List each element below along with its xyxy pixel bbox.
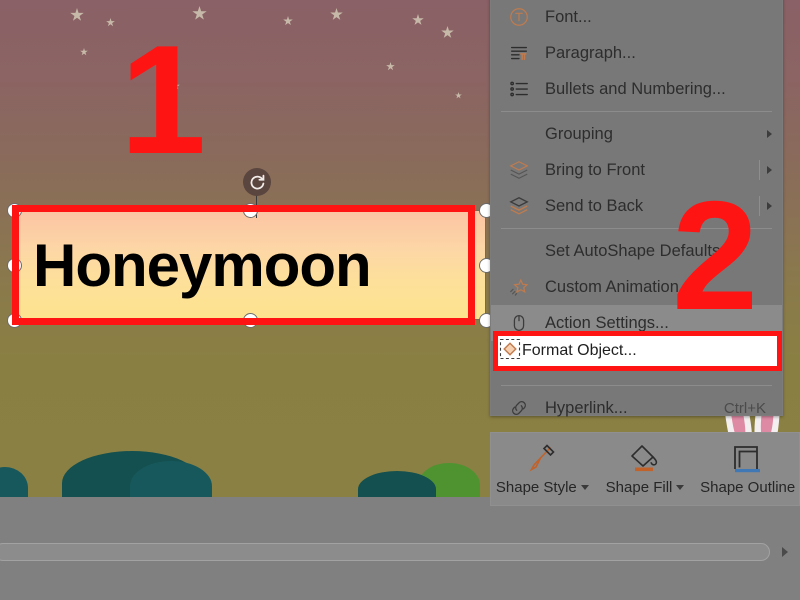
star-decoration — [441, 26, 454, 38]
scrollbar-thumb[interactable] — [0, 543, 770, 561]
shape-toolbar[interactable]: Shape Style Shape Fill Shape Outline — [490, 432, 800, 506]
menu-item-label: Bullets and Numbering... — [545, 79, 726, 98]
brush-icon — [526, 441, 558, 475]
bullets-icon — [503, 76, 535, 102]
menu-separator — [501, 385, 772, 386]
selected-textbox[interactable]: Honeymoon — [7, 203, 494, 328]
shape-fill-button[interactable]: Shape Fill — [594, 433, 697, 505]
menu-item-paragraph[interactable]: Paragraph... — [491, 35, 782, 71]
menu-item-hyperlink[interactable]: Hyperlink... Ctrl+K — [491, 390, 782, 426]
format-object-icon — [498, 337, 522, 366]
app-window: Honeymoon 1 2 Font... Paragraph... Bulle… — [0, 0, 800, 600]
resize-handle-bottom-center[interactable] — [243, 313, 258, 328]
textbox-text: Honeymoon — [33, 231, 372, 299]
resize-handle-top-center[interactable] — [243, 203, 258, 218]
bring-to-front-icon — [503, 157, 535, 183]
shape-style-button[interactable]: Shape Style — [491, 433, 594, 505]
star-decoration — [80, 48, 88, 56]
menu-item-shortcut: Ctrl+K — [723, 399, 766, 417]
rotate-icon[interactable] — [243, 168, 271, 196]
annotation-step-2: 2 — [672, 169, 759, 342]
bottom-chrome — [0, 497, 800, 600]
blank-icon — [503, 121, 535, 147]
menu-item-label: Font... — [545, 7, 592, 26]
textbox-body[interactable]: Honeymoon — [14, 210, 486, 320]
resize-handle-bottom-left[interactable] — [7, 313, 22, 328]
menu-separator — [501, 111, 772, 112]
resize-handle-middle-left[interactable] — [7, 258, 22, 273]
paragraph-icon — [503, 40, 535, 66]
font-icon — [503, 4, 535, 30]
blank-icon — [503, 238, 535, 264]
shape-outline-button[interactable]: Shape Outline — [696, 433, 799, 505]
chevron-down-icon[interactable] — [580, 485, 589, 490]
shape-outline-icon — [731, 441, 765, 475]
chevron-down-icon[interactable] — [676, 485, 685, 490]
chevron-right-icon — [767, 166, 772, 174]
paint-bucket-icon — [627, 441, 663, 475]
resize-handle-top-left[interactable] — [7, 203, 22, 218]
menu-item-bullets-and-numbering[interactable]: Bullets and Numbering... — [491, 71, 782, 107]
menu-item-font[interactable]: Font... — [491, 0, 782, 35]
menu-item-label: Format Object... — [522, 342, 637, 359]
custom-animation-icon — [503, 274, 535, 300]
hyperlink-icon — [503, 395, 535, 421]
star-decoration — [106, 18, 115, 27]
star-decoration — [412, 14, 424, 25]
menu-item-label: Paragraph... — [545, 43, 636, 62]
shape-style-label: Shape Style — [496, 479, 589, 496]
menu-item-label: Grouping — [545, 124, 613, 143]
horizontal-scrollbar[interactable] — [0, 541, 800, 563]
star-decoration — [330, 8, 343, 20]
menu-item-grouping[interactable]: Grouping — [491, 116, 782, 152]
menu-item-label: Hyperlink... — [545, 398, 628, 417]
star-decoration — [70, 8, 84, 21]
menu-divider — [759, 160, 760, 180]
annotation-step-1: 1 — [120, 13, 207, 186]
scroll-right-arrow-icon[interactable] — [770, 541, 800, 563]
star-decoration — [455, 92, 462, 99]
chevron-right-icon — [767, 202, 772, 210]
chevron-right-icon — [767, 130, 772, 138]
shape-outline-label: Shape Outline — [700, 479, 796, 496]
star-decoration — [283, 16, 293, 26]
star-decoration — [386, 62, 395, 71]
menu-divider — [759, 196, 760, 216]
bush-decoration — [0, 467, 28, 497]
send-to-back-icon — [503, 193, 535, 219]
shape-fill-label: Shape Fill — [606, 479, 685, 496]
